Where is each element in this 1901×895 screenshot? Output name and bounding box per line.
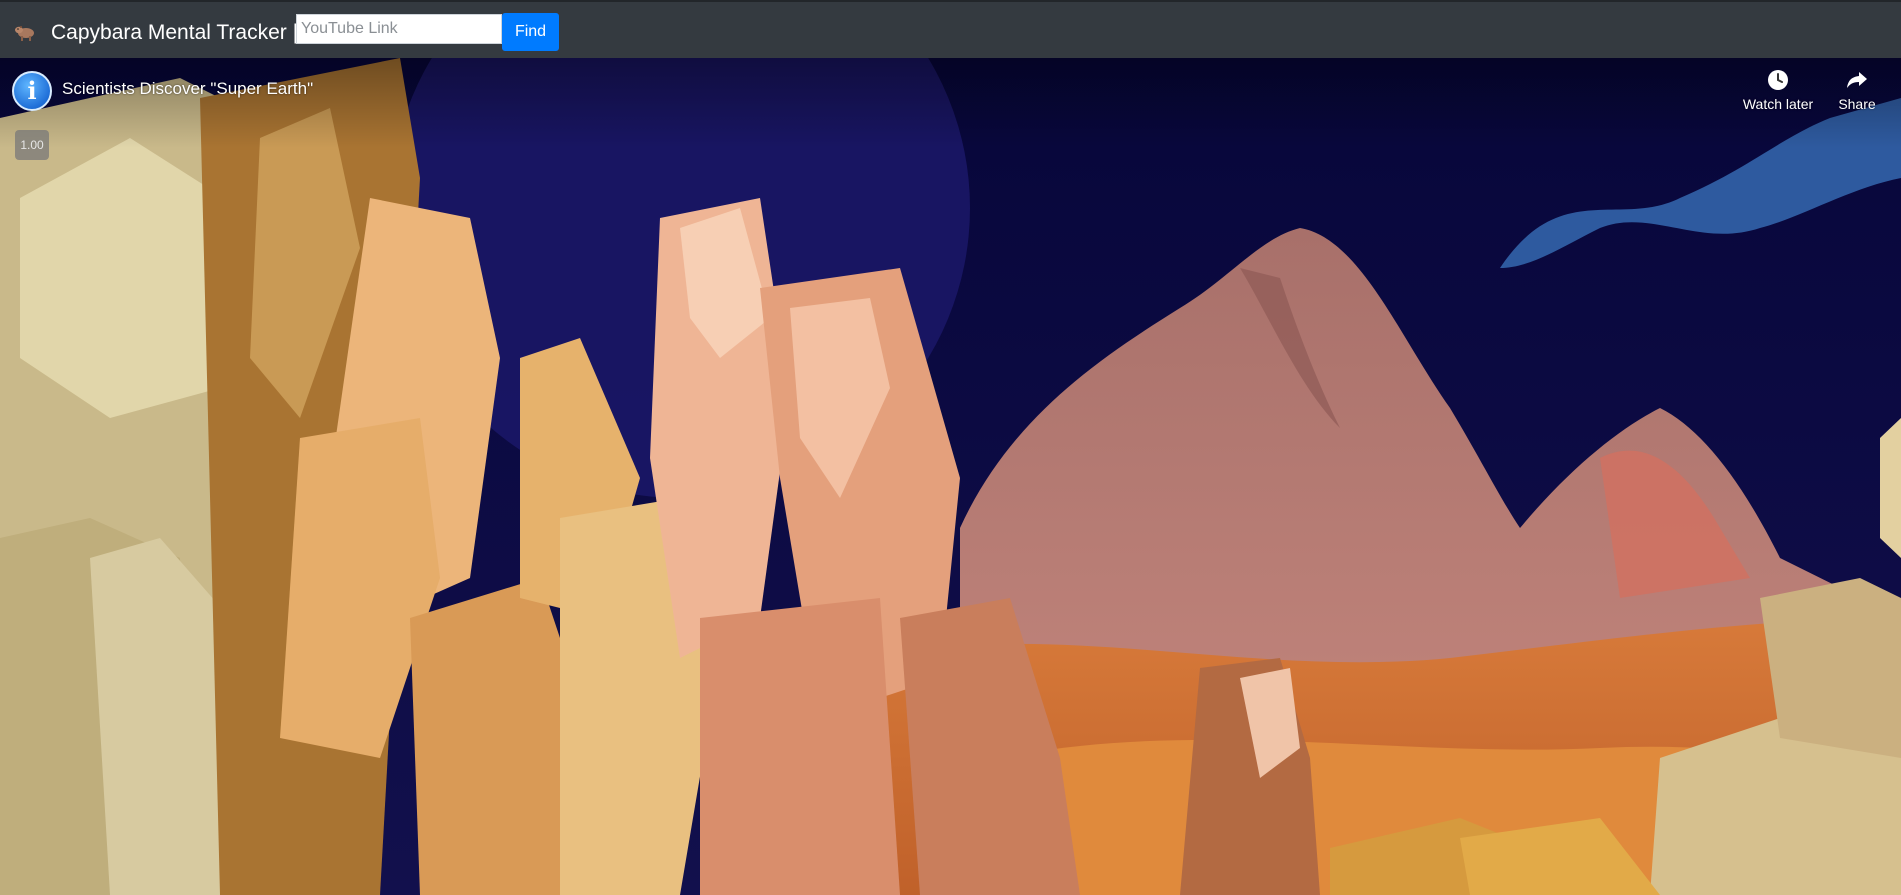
channel-avatar[interactable]: i [12,71,52,111]
video-player[interactable]: i Scientists Discover "Super Earth" 1.00… [0,58,1901,895]
navbar: Capybara Mental Tracker | Find [0,0,1901,58]
video-frame-illustration [0,58,1901,895]
playback-speed-badge[interactable]: 1.00 [15,130,49,160]
video-title[interactable]: Scientists Discover "Super Earth" [62,79,313,99]
watch-later-label: Watch later [1742,96,1814,112]
share-button[interactable]: Share [1832,68,1882,118]
watch-later-button[interactable]: Watch later [1738,68,1818,118]
brand-title[interactable]: Capybara Mental Tracker | [51,20,298,46]
capybara-icon[interactable] [14,22,36,42]
find-button[interactable]: Find [502,13,559,51]
clock-icon [1768,70,1788,90]
share-arrow-icon [1847,72,1867,88]
youtube-link-input[interactable] [296,14,502,44]
share-label: Share [1838,96,1876,112]
